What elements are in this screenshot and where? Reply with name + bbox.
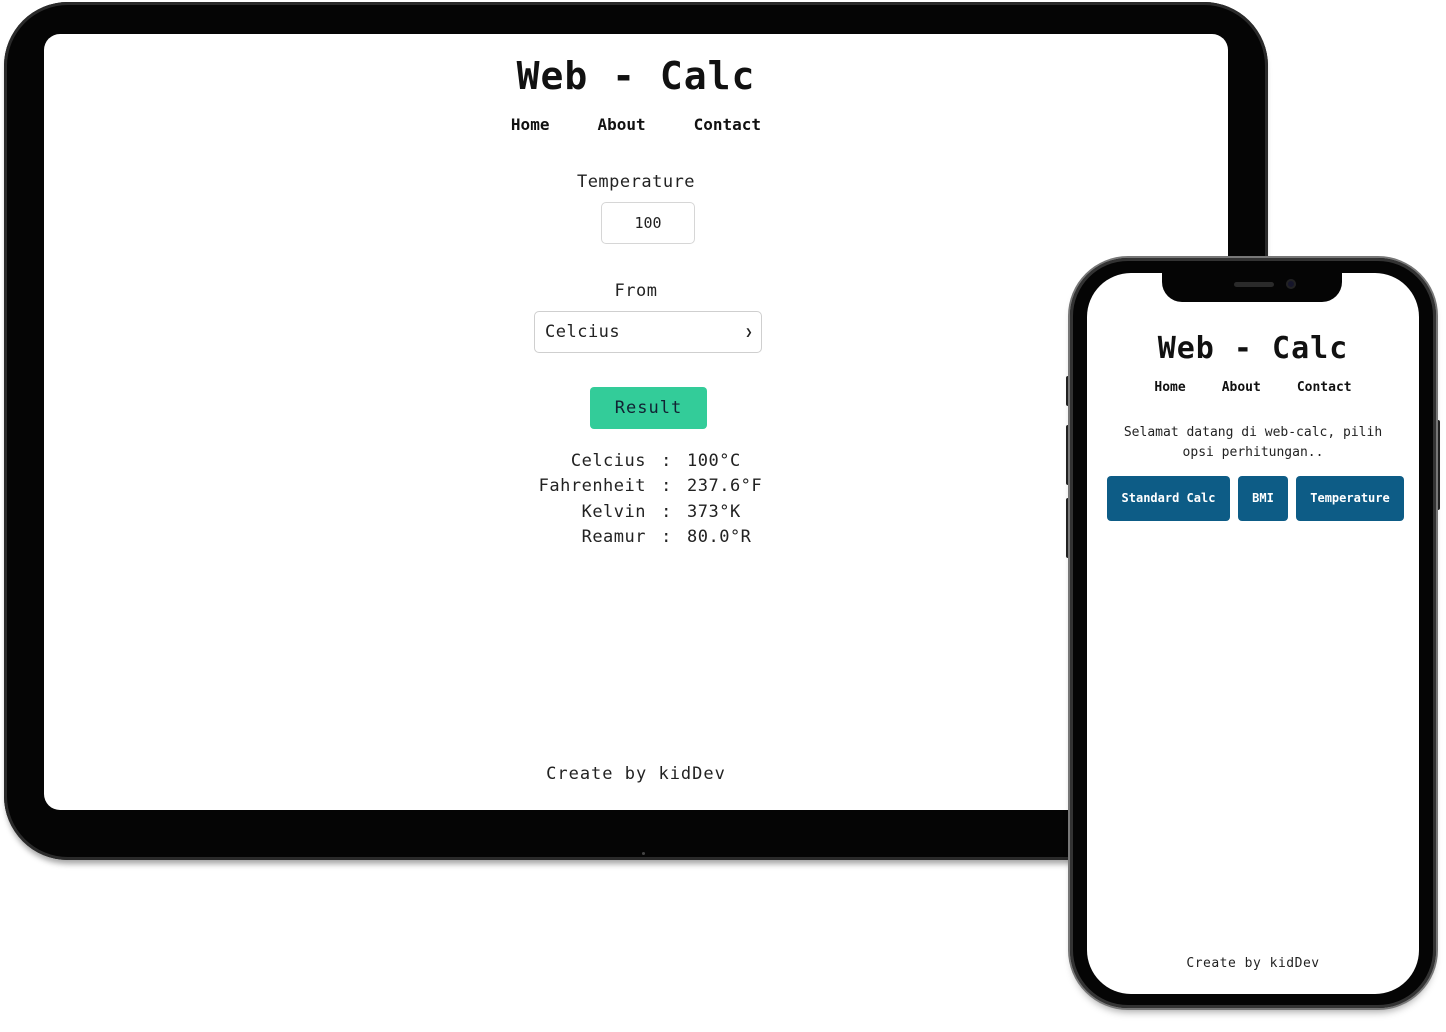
calc-options: Standard Calc BMI Temperature [1107,476,1404,521]
result-row-fahrenheit: Fahrenheit : 237.6°F [484,474,762,500]
result-list: Celcius : 100°C Fahrenheit : 237.6°F Kel… [484,448,762,550]
standard-calc-button[interactable]: Standard Calc [1107,476,1230,521]
page-title: Web - Calc [516,54,756,98]
from-unit-select[interactable]: Celcius ❯ [534,311,762,353]
phone-power-button [1436,420,1440,510]
footer-credit: Create by kidDev [1186,956,1320,971]
camera-icon [1286,279,1296,289]
nav-contact-link[interactable]: Contact [694,115,761,134]
result-value: 80.0°R [687,527,752,548]
main-nav: Home About Contact [1087,380,1419,395]
result-row-celcius: Celcius : 100°C [484,448,762,474]
footer-credit: Create by kidDev [546,764,726,784]
nav-home-link[interactable]: Home [1154,380,1185,395]
result-label: Reamur [581,527,646,548]
phone-screen: Web - Calc Home About Contact Selamat da… [1087,273,1419,994]
phone-device: Web - Calc Home About Contact Selamat da… [1070,258,1436,1008]
result-separator: : [661,476,672,497]
bmi-button[interactable]: BMI [1238,476,1288,521]
from-label: From [614,281,658,301]
welcome-text: Selamat datang di web-calc, pilih opsi p… [1123,425,1383,460]
result-value: 373°K [687,501,741,522]
result-row-reamur: Reamur : 80.0°R [484,525,762,551]
result-label: Kelvin [581,501,646,522]
nav-home-link[interactable]: Home [511,115,550,134]
temperature-label: Temperature [576,172,696,192]
result-separator: : [661,450,672,471]
nav-contact-link[interactable]: Contact [1297,380,1352,395]
result-separator: : [661,527,672,548]
chevron-down-icon: ❯ [745,325,753,339]
phone-notch [1162,273,1342,302]
result-label: Fahrenheit [538,476,646,497]
main-nav: Home About Contact [44,115,1228,134]
temperature-button[interactable]: Temperature [1296,476,1404,521]
tablet-screen: Web - Calc Home About Contact Temperatur… [44,34,1228,810]
result-button[interactable]: Result [590,387,707,429]
result-value: 237.6°F [687,476,763,497]
speaker-icon [1234,282,1274,287]
nav-about-link[interactable]: About [597,115,645,134]
result-row-kelvin: Kelvin : 373°K [484,499,762,525]
result-label: Celcius [570,450,646,471]
nav-about-link[interactable]: About [1222,380,1261,395]
page-title: Web - Calc [1157,331,1349,366]
result-separator: : [661,501,672,522]
tablet-home-dot [642,852,645,855]
result-value: 100°C [687,450,741,471]
temperature-input[interactable]: 100 [601,202,695,244]
from-unit-selected: Celcius [545,322,621,342]
